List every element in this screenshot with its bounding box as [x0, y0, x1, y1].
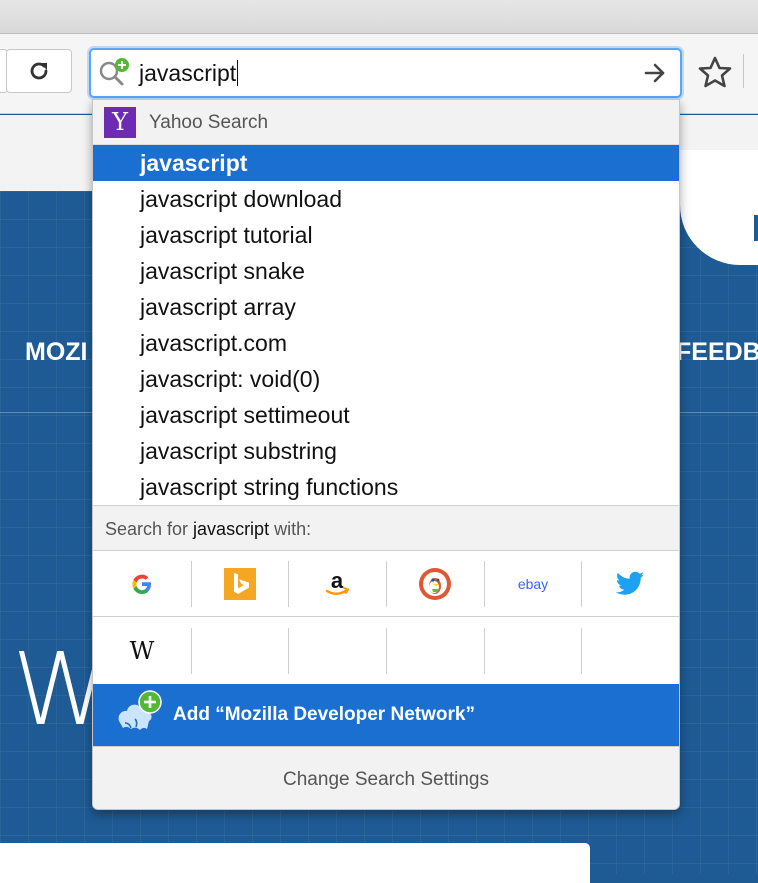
- go-arrow-icon[interactable]: [644, 62, 666, 84]
- add-engine-label: Add “Mozilla Developer Network”: [173, 704, 475, 725]
- google-icon: [132, 574, 151, 594]
- current-engine-header: Y Yahoo Search: [93, 100, 679, 145]
- search-with-label: Search for javascript with:: [93, 505, 679, 551]
- engine-button-duckduckgo[interactable]: [386, 551, 484, 617]
- add-engine-icon: [113, 689, 169, 739]
- suggestion-item[interactable]: javascript download: [93, 181, 679, 217]
- engine-cell-empty: [190, 618, 289, 684]
- suggestion-item[interactable]: javascript.com: [93, 325, 679, 361]
- one-off-engines-row: a ebay: [93, 551, 679, 617]
- page-nav-item-feedback[interactable]: FEEDBA: [676, 338, 758, 367]
- wikipedia-glyph: W: [129, 637, 154, 665]
- suggestion-item[interactable]: javascript array: [93, 289, 679, 325]
- page-content-card: [0, 843, 590, 883]
- reload-icon: [30, 62, 48, 80]
- ebay-icon: ebay: [517, 576, 547, 592]
- bookmark-star-icon[interactable]: [698, 56, 732, 88]
- engine-cell-empty: [581, 618, 679, 684]
- suggestion-item[interactable]: javascript: [93, 145, 679, 181]
- suggestion-item[interactable]: javascript: void(0): [93, 361, 679, 397]
- search-add-icon: [99, 58, 135, 88]
- suggestion-item[interactable]: javascript tutorial: [93, 217, 679, 253]
- wikipedia-icon: W: [129, 637, 154, 665]
- page-nav-item-mozilla[interactable]: MOZI: [25, 338, 88, 367]
- search-suggestions-popup: Y Yahoo Search javascript javascript dow…: [92, 99, 680, 810]
- text-caret: [237, 60, 239, 86]
- suggestion-item[interactable]: javascript snake: [93, 253, 679, 289]
- engine-button-google[interactable]: [93, 551, 191, 617]
- search-with-suffix: with:: [269, 519, 312, 539]
- window-titlebar: [0, 0, 758, 34]
- search-with-query: javascript: [193, 519, 270, 539]
- twitter-icon: [615, 571, 645, 595]
- suggestion-list: javascript javascript download javascrip…: [93, 145, 679, 505]
- toolbar-divider: [743, 54, 744, 88]
- bing-icon: [223, 568, 256, 600]
- one-off-engines-row: W: [93, 618, 679, 684]
- search-input-value: javascript: [139, 60, 237, 86]
- current-engine-name: Yahoo Search: [149, 112, 269, 133]
- engine-cell-empty: [386, 618, 484, 684]
- engine-button-wikipedia[interactable]: W: [93, 618, 191, 684]
- engine-cell-empty: [483, 618, 582, 684]
- change-search-settings-button[interactable]: Change Search Settings: [93, 746, 679, 809]
- search-with-prefix: Search for: [105, 519, 194, 539]
- reload-button[interactable]: [6, 49, 72, 93]
- engine-button-amazon[interactable]: a: [288, 551, 386, 617]
- duckduckgo-icon: [418, 568, 451, 600]
- engine-button-ebay[interactable]: ebay: [483, 551, 582, 617]
- amazon-glyph: a: [331, 569, 344, 593]
- suggestion-item[interactable]: javascript substring: [93, 433, 679, 469]
- page-hero-mark: [754, 215, 758, 241]
- add-search-engine-button[interactable]: Add “Mozilla Developer Network”: [93, 684, 679, 746]
- yahoo-icon: Y: [104, 107, 136, 138]
- amazon-icon: a: [325, 569, 350, 595]
- engine-button-twitter[interactable]: [581, 551, 679, 617]
- ebay-wordmark: ebay: [517, 576, 547, 592]
- engine-button-bing[interactable]: [190, 551, 289, 617]
- search-input[interactable]: javascript: [89, 48, 682, 98]
- suggestion-item[interactable]: javascript settimeout: [93, 397, 679, 433]
- suggestion-item[interactable]: javascript string functions: [93, 469, 679, 505]
- engine-cell-empty: [288, 618, 386, 684]
